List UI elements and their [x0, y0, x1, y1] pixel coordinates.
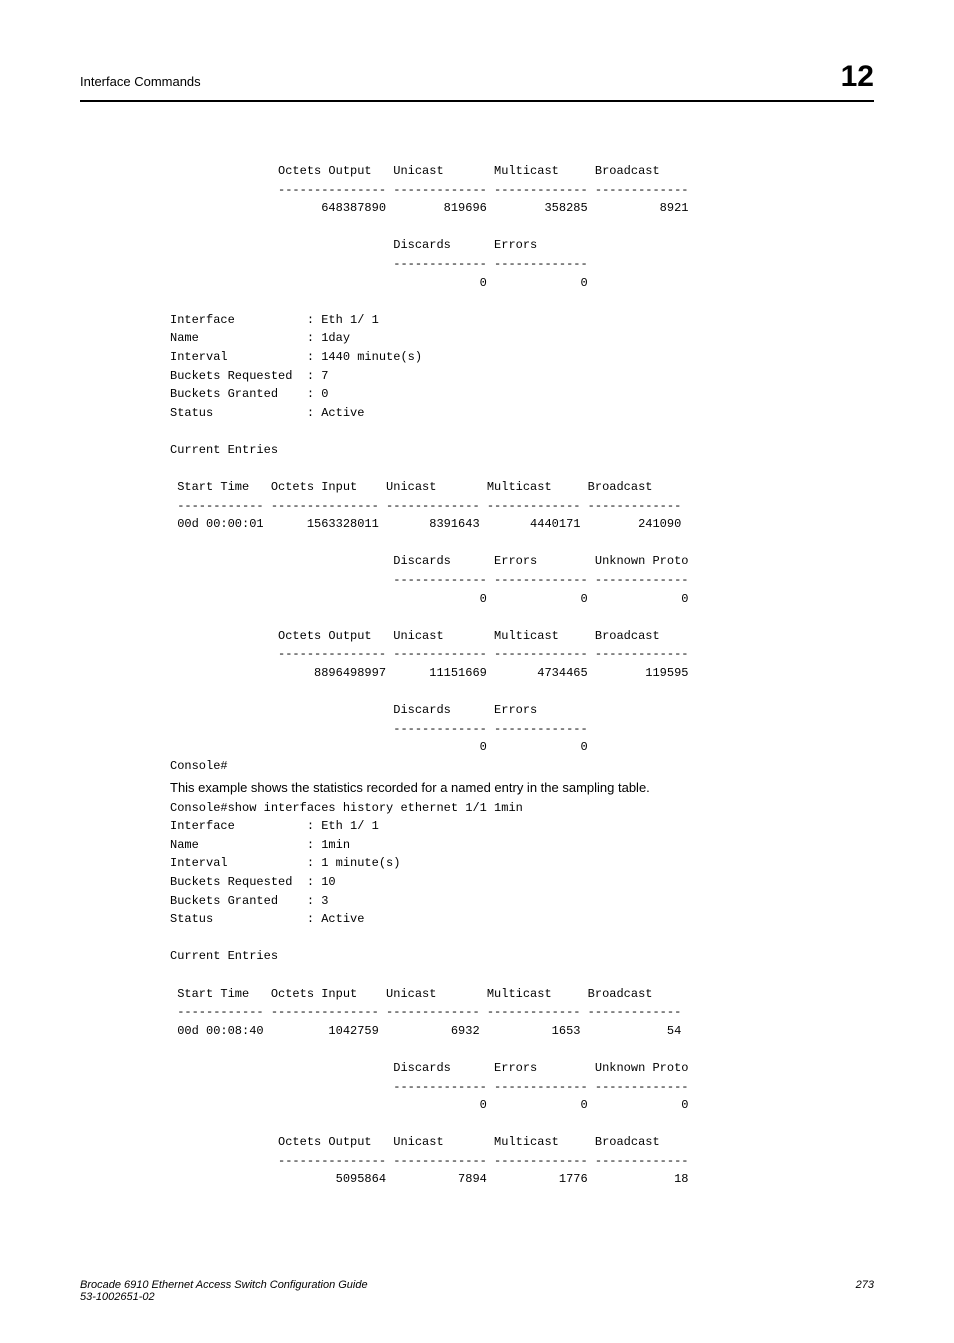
- example-description: This example shows the statistics record…: [170, 780, 874, 795]
- page-footer: Brocade 6910 Ethernet Access Switch Conf…: [80, 1279, 874, 1303]
- page-header: Interface Commands 12: [80, 60, 874, 102]
- footer-doc-title: Brocade 6910 Ethernet Access Switch Conf…: [80, 1279, 368, 1291]
- footer-page-number: 273: [856, 1279, 874, 1303]
- chapter-number: 12: [841, 60, 874, 94]
- footer-left: Brocade 6910 Ethernet Access Switch Conf…: [80, 1279, 368, 1303]
- header-title: Interface Commands: [80, 74, 201, 89]
- console-output-2: Console#show interfaces history ethernet…: [170, 799, 874, 1189]
- footer-doc-number: 53-1002651-02: [80, 1291, 368, 1303]
- console-output-1: Octets Output Unicast Multicast Broadcas…: [170, 162, 874, 776]
